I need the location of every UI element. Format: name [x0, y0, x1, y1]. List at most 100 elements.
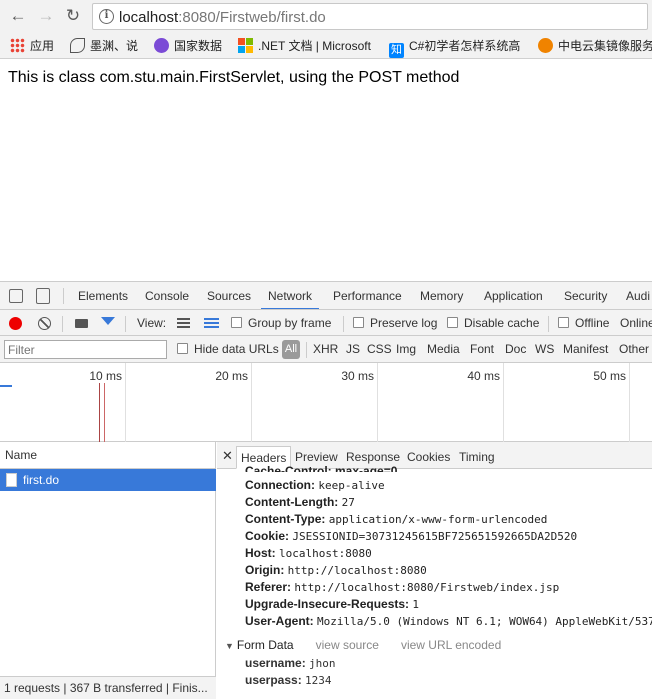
- header-line: Connection: keep-alive: [245, 478, 385, 492]
- hide-data-urls-checkbox[interactable]: Hide data URLs: [177, 336, 279, 362]
- moyuan-icon: [70, 38, 85, 53]
- load-event-marker: [104, 383, 105, 442]
- info-icon[interactable]: i: [99, 9, 114, 24]
- inspect-element-icon[interactable]: [9, 289, 23, 303]
- offline-checkbox[interactable]: Offline: [558, 310, 609, 335]
- header-key: Referer:: [245, 580, 292, 594]
- overview-tick-label: 40 ms: [467, 369, 500, 383]
- filter-all-button[interactable]: All: [282, 340, 300, 359]
- header-value: keep-alive: [318, 479, 385, 492]
- filter-icon[interactable]: [101, 317, 115, 325]
- header-value: 1: [412, 598, 420, 611]
- group-by-frame-checkbox[interactable]: Group by frame: [231, 310, 331, 335]
- overview-request-bar: [0, 385, 12, 387]
- filter-other[interactable]: Other: [619, 336, 649, 362]
- bookmark-mirror[interactable]: 中电云集镜像服务: [538, 37, 652, 55]
- overview-tick-label: 50 ms: [593, 369, 626, 383]
- reload-icon[interactable]: ↻: [63, 6, 83, 26]
- header-key: Content-Length:: [245, 495, 339, 509]
- toolbar-separator: [125, 316, 126, 332]
- capture-screenshots-icon[interactable]: [75, 319, 88, 328]
- filter-ws[interactable]: WS: [535, 336, 554, 362]
- request-name: first.do: [23, 473, 60, 487]
- header-key: Upgrade-Insecure-Requests:: [245, 597, 410, 611]
- header-line: Content-Type: application/x-www-form-url…: [245, 512, 547, 526]
- checkbox-label: Preserve log: [370, 316, 438, 330]
- waterfall-view-icon[interactable]: [204, 318, 219, 328]
- view-url-encoded-link[interactable]: view URL encoded: [401, 638, 501, 652]
- form-key: userpass:: [245, 673, 302, 687]
- overview-tick-label: 10 ms: [89, 369, 122, 383]
- large-rows-icon[interactable]: [177, 318, 190, 328]
- close-icon[interactable]: ✕: [222, 442, 233, 469]
- tab-sources[interactable]: Sources: [207, 282, 251, 309]
- tab-network[interactable]: Network: [261, 282, 320, 309]
- checkbox-icon: [353, 317, 364, 328]
- tab-cookies[interactable]: Cookies: [403, 446, 454, 469]
- form-key: username:: [245, 656, 306, 670]
- checkbox-label: Hide data URLs: [194, 342, 279, 356]
- header-line: Cookie: JSESSIONID=30731245615BF72565159…: [245, 529, 577, 543]
- bookmark-dotnet-docs[interactable]: .NET 文档 | Microsoft: [238, 37, 376, 55]
- form-data-line: username: jhon: [245, 656, 336, 670]
- header-value: localhost:8080: [279, 547, 372, 560]
- document-icon: [6, 473, 17, 487]
- bookmark-label: 应用: [30, 39, 55, 53]
- network-toolbar: View: Group by frame Preserve log Disabl…: [0, 310, 652, 336]
- section-title: Form Data: [236, 638, 294, 652]
- tab-application[interactable]: Application: [484, 282, 543, 309]
- filter-manifest[interactable]: Manifest: [563, 336, 608, 362]
- header-key: Cookie:: [245, 529, 290, 543]
- tab-performance[interactable]: Performance: [333, 282, 402, 309]
- bookmarks-bar: 应用 墨渊、说 国家数据 .NET 文档 | Microsoft 知 C#初学者怎…: [0, 33, 652, 59]
- device-toolbar-icon[interactable]: [36, 288, 50, 304]
- tab-audits[interactable]: Audi: [626, 282, 650, 309]
- header-line-partial: Cache-Control: max-age=0: [245, 464, 397, 472]
- bookmark-moyuan[interactable]: 墨渊、说: [70, 37, 138, 55]
- form-data-line: userpass: 1234: [245, 673, 332, 687]
- filter-input[interactable]: [4, 340, 167, 359]
- network-overview[interactable]: 10 ms 20 ms 30 ms 40 ms 50 ms: [0, 363, 652, 442]
- checkbox-icon: [177, 343, 188, 354]
- back-icon[interactable]: ←: [8, 6, 28, 26]
- bookmark-apps[interactable]: 应用: [10, 37, 54, 55]
- disable-cache-checkbox[interactable]: Disable cache: [447, 310, 539, 335]
- bookmark-zhihu[interactable]: 知 C#初学者怎样系统高: [389, 37, 529, 58]
- record-icon[interactable]: [9, 317, 22, 330]
- filter-media[interactable]: Media: [427, 336, 460, 362]
- filter-js[interactable]: JS: [346, 336, 360, 362]
- header-key: Content-Type:: [245, 512, 326, 526]
- filter-img[interactable]: Img: [396, 336, 416, 362]
- filter-doc[interactable]: Doc: [505, 336, 526, 362]
- tab-elements[interactable]: Elements: [78, 282, 128, 309]
- throttling-select[interactable]: Online: [620, 310, 652, 335]
- overview-gridline: [503, 363, 504, 442]
- national-data-icon: [154, 38, 169, 53]
- header-line: Host: localhost:8080: [245, 546, 372, 560]
- tab-memory[interactable]: Memory: [420, 282, 463, 309]
- omnibox[interactable]: i localhost:8080/Firstweb/first.do: [92, 3, 648, 30]
- request-details: ✕ Headers Preview Response Cookies Timin…: [217, 442, 652, 699]
- name-column-header[interactable]: Name: [0, 442, 216, 469]
- clear-icon[interactable]: [38, 317, 51, 330]
- bookmark-national-data[interactable]: 国家数据: [154, 37, 222, 55]
- tab-console[interactable]: Console: [145, 282, 189, 309]
- request-row[interactable]: first.do: [0, 469, 216, 491]
- view-source-link[interactable]: view source: [316, 638, 379, 652]
- microsoft-logo-icon: [238, 38, 253, 53]
- header-line: Upgrade-Insecure-Requests: 1: [245, 597, 419, 611]
- preserve-log-checkbox[interactable]: Preserve log: [353, 310, 438, 335]
- tab-security[interactable]: Security: [564, 282, 607, 309]
- toolbar-separator: [62, 316, 63, 332]
- filter-font[interactable]: Font: [470, 336, 494, 362]
- bookmark-label: C#初学者怎样系统高: [409, 39, 521, 53]
- url-text[interactable]: localhost:8080/Firstweb/first.do: [119, 9, 326, 26]
- form-data-section-header[interactable]: ▼ Form Data view source view URL encoded: [225, 638, 501, 652]
- forward-icon[interactable]: →: [36, 6, 56, 26]
- header-text: Cache-Control: max-age=0: [245, 464, 398, 472]
- devtools-panel: Elements Console Sources Network Perform…: [0, 281, 652, 699]
- filter-css[interactable]: CSS: [367, 336, 392, 362]
- filter-xhr[interactable]: XHR: [313, 336, 338, 362]
- bookmark-label: 墨渊、说: [90, 39, 139, 53]
- tab-timing[interactable]: Timing: [455, 446, 499, 469]
